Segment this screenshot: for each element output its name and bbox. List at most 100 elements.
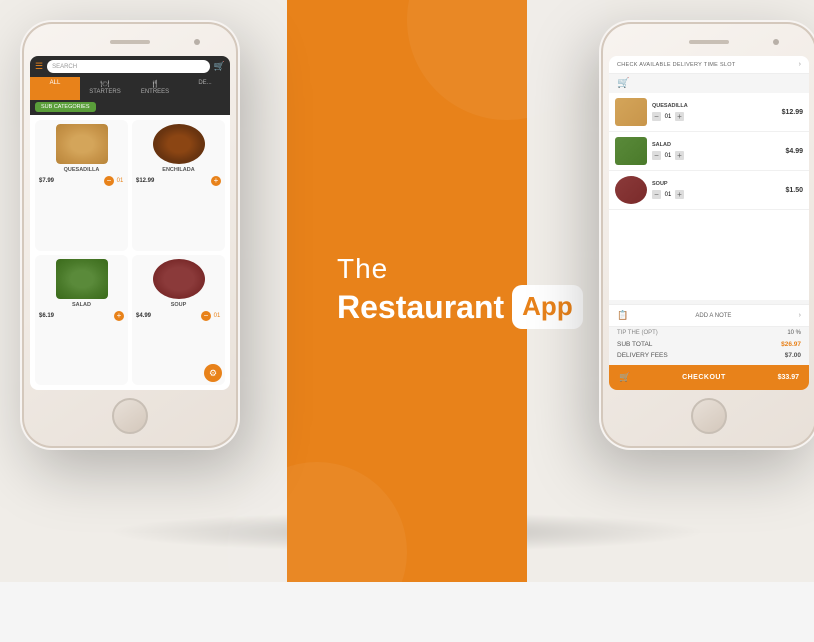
hamburger-icon[interactable]: ☰ xyxy=(35,62,43,71)
enchilada-price-row: $12.99 + xyxy=(136,176,221,186)
delivery-text: CHECK AVAILABLE DELIVERY TIME SLOT xyxy=(617,62,736,68)
quesadilla-qty-controls: − 01 xyxy=(104,176,124,186)
tip-row: TIP THE (OPT) 10 % xyxy=(609,327,809,339)
filter-button[interactable]: ⚙ xyxy=(204,364,222,382)
salad-price-row: $6.19 + xyxy=(39,311,124,321)
right-home-button[interactable] xyxy=(691,398,727,434)
order-quesadilla-name: QUESADILLA xyxy=(652,103,777,109)
order-item-soup: SOUP − 01 + $1.50 xyxy=(609,171,809,210)
category-starters-label: STARTERS xyxy=(89,89,120,95)
left-phone-notch xyxy=(30,32,230,52)
cart-icon-right[interactable]: 🛒 xyxy=(617,78,629,89)
order-soup-details: SOUP − 01 + xyxy=(652,181,780,199)
order-salad-image xyxy=(615,137,647,165)
quesadilla-name: QUESADILLA xyxy=(64,167,100,173)
categories-bar: ALL 🍽 STARTERS 🍴 ENTREES DE... xyxy=(30,77,230,100)
order-quesadilla-plus[interactable]: + xyxy=(675,112,684,121)
salad-price: $6.19 xyxy=(39,313,54,319)
order-soup-price: $1.50 xyxy=(785,187,803,194)
enchilada-img-placeholder xyxy=(153,124,205,164)
checkout-icon: 🛒 xyxy=(619,372,630,383)
left-phone-frame: ☰ SEARCH 🛒 ALL 🍽 STARTERS xyxy=(20,20,240,450)
note-icon: 📋 xyxy=(617,310,628,321)
title-the: The xyxy=(337,253,507,285)
category-entrees[interactable]: 🍴 ENTREES xyxy=(130,77,180,100)
order-soup-image xyxy=(615,176,647,204)
checkout-label: CHECKOUT xyxy=(682,374,726,381)
right-screen-content: CHECK AVAILABLE DELIVERY TIME SLOT › 🛒 xyxy=(609,56,809,390)
order-quesadilla-price: $12.99 xyxy=(782,109,803,116)
category-more-label: DE... xyxy=(198,80,211,86)
quesadilla-minus-btn[interactable]: − xyxy=(104,176,114,186)
order-quesadilla-qty-row: − 01 + xyxy=(652,112,777,121)
order-quesadilla-minus[interactable]: − xyxy=(652,112,661,121)
center-panel: The Restaurant App xyxy=(287,0,527,582)
cart-icon[interactable]: 🛒 xyxy=(214,61,225,72)
add-note-label[interactable]: ADD A NOTE xyxy=(695,313,731,319)
left-phone: ☰ SEARCH 🛒 ALL 🍽 STARTERS xyxy=(20,20,240,450)
category-more[interactable]: DE... xyxy=(180,77,230,100)
food-item-salad: SALAD $6.19 + xyxy=(35,255,128,386)
category-all[interactable]: ALL xyxy=(30,77,80,100)
order-salad-price: $4.99 xyxy=(785,148,803,155)
delivery-fees-label: DELIVERY FEES xyxy=(617,352,668,359)
soup-image xyxy=(153,259,205,299)
quesadilla-qty: 01 xyxy=(116,178,124,184)
quesadilla-img-placeholder xyxy=(56,124,108,164)
order-quesadilla-image xyxy=(615,98,647,126)
search-bar[interactable]: SEARCH xyxy=(47,60,210,73)
right-phone-notch xyxy=(609,32,809,52)
enchilada-price: $12.99 xyxy=(136,178,154,184)
delivery-banner: CHECK AVAILABLE DELIVERY TIME SLOT › xyxy=(609,56,809,74)
salad-name: SALAD xyxy=(72,302,91,308)
food-item-enchilada: ENCHILADA $12.99 + xyxy=(132,120,225,251)
enchilada-plus-btn[interactable]: + xyxy=(211,176,221,186)
sub-categories-button[interactable]: SUB CATEGORIES xyxy=(35,102,96,112)
category-starters[interactable]: 🍽 STARTERS xyxy=(80,77,130,100)
order-salad-name: SALAD xyxy=(652,142,780,148)
order-salad-plus[interactable]: + xyxy=(675,151,684,160)
left-home-button[interactable] xyxy=(112,398,148,434)
order-salad-qty-row: − 01 + xyxy=(652,151,780,160)
soup-price: $4.99 xyxy=(136,313,151,319)
order-quesadilla-img-placeholder xyxy=(615,98,647,126)
left-screen-content: ☰ SEARCH 🛒 ALL 🍽 STARTERS xyxy=(30,56,230,390)
order-soup-name: SOUP xyxy=(652,181,780,187)
order-soup-qty: 01 xyxy=(663,192,673,198)
salad-img-placeholder xyxy=(56,259,108,299)
checkout-button[interactable]: 🛒 CHECKOUT $33.97 xyxy=(609,365,809,390)
title-app: App xyxy=(512,285,583,328)
quesadilla-price-row: $7.99 − 01 xyxy=(39,176,124,186)
checkout-total: $33.97 xyxy=(778,374,799,381)
tip-label: TIP THE (OPT) xyxy=(617,330,658,336)
food-item-quesadilla: QUESADILLA $7.99 − 01 xyxy=(35,120,128,251)
order-salad-qty: 01 xyxy=(663,153,673,159)
subtotal-label: SUB TOTAL xyxy=(617,341,652,348)
soup-img-placeholder xyxy=(153,259,205,299)
right-phone-speaker xyxy=(689,40,729,44)
right-phone: CHECK AVAILABLE DELIVERY TIME SLOT › 🛒 xyxy=(599,20,814,450)
salad-plus-btn[interactable]: + xyxy=(114,311,124,321)
delivery-fees-row: DELIVERY FEES $7.00 xyxy=(609,350,809,361)
tip-value: 10 % xyxy=(787,330,801,336)
order-soup-plus[interactable]: + xyxy=(675,190,684,199)
soup-minus-btn[interactable]: − xyxy=(201,311,211,321)
title-restaurant: Restaurant xyxy=(337,289,504,326)
subtotal-value: $26.97 xyxy=(781,341,801,348)
salad-qty-controls: + xyxy=(114,311,124,321)
order-salad-minus[interactable]: − xyxy=(652,151,661,160)
order-salad-img-placeholder xyxy=(615,137,647,165)
sub-categories-bar: SUB CATEGORIES xyxy=(30,100,230,115)
delivery-chevron: › xyxy=(799,61,801,68)
order-quesadilla-qty: 01 xyxy=(663,114,673,120)
order-quesadilla-details: QUESADILLA − 01 + xyxy=(652,103,777,121)
category-entrees-label: ENTREES xyxy=(141,89,169,95)
main-scene: The Restaurant App ☰ SEARCH xyxy=(0,0,814,582)
soup-qty: 01 xyxy=(213,313,221,319)
food-grid: QUESADILLA $7.99 − 01 xyxy=(30,115,230,390)
order-soup-minus[interactable]: − xyxy=(652,190,661,199)
cart-header: 🛒 xyxy=(609,74,809,93)
enchilada-image xyxy=(153,124,205,164)
left-phone-camera xyxy=(194,39,200,45)
right-phone-frame: CHECK AVAILABLE DELIVERY TIME SLOT › 🛒 xyxy=(599,20,814,450)
